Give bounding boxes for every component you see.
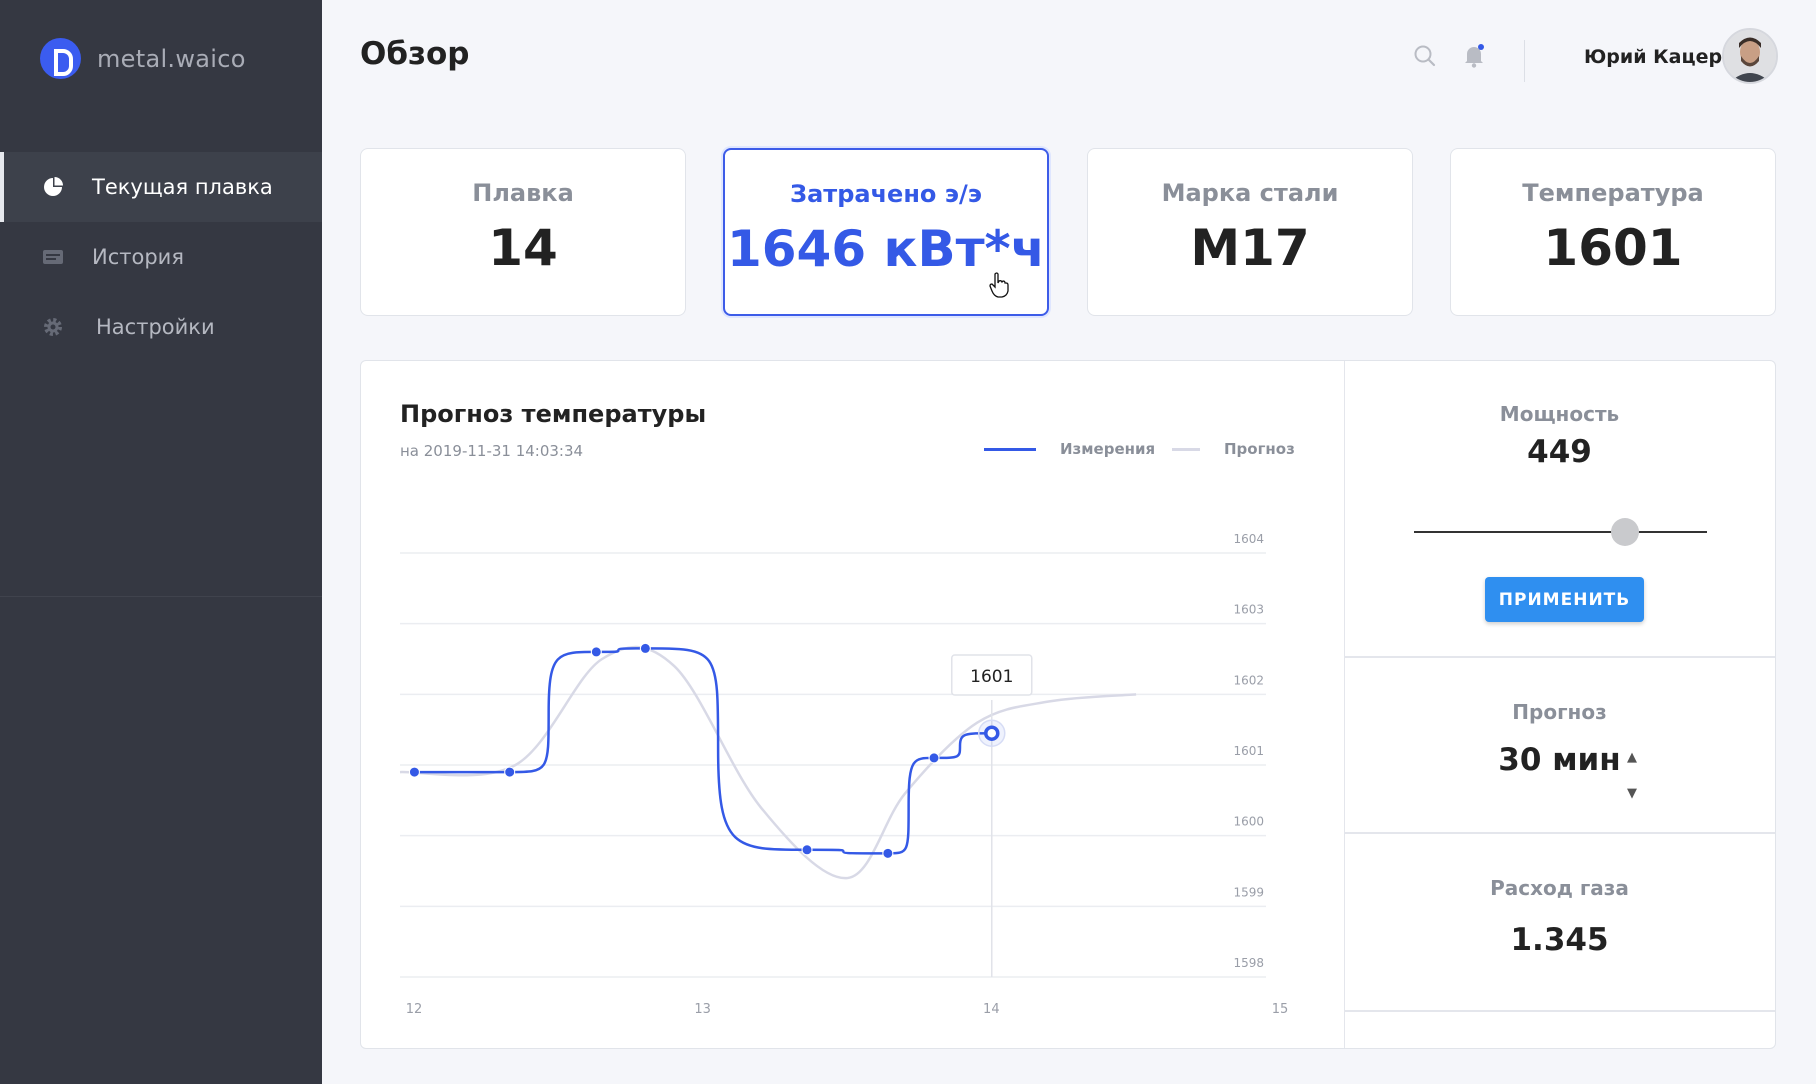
y-tick-label: 1602: [1233, 673, 1264, 687]
controls-divider: [1344, 656, 1775, 658]
forecast-label: Прогноз: [1512, 700, 1607, 724]
y-tick-label: 1598: [1233, 956, 1264, 970]
y-tick-label: 1600: [1233, 815, 1264, 829]
tooltip-value: 1601: [970, 667, 1013, 687]
gas-value: 1.345: [1510, 922, 1609, 958]
power-slider-track[interactable]: [1414, 531, 1707, 533]
x-tick-label: 14: [983, 1002, 1000, 1017]
controls-divider: [1344, 832, 1775, 834]
data-point-measurements: [801, 844, 813, 856]
y-tick-label: 1601: [1233, 744, 1264, 758]
arrow-down-icon[interactable]: ▼: [1624, 776, 1640, 812]
gas-label: Расход газа: [1490, 876, 1629, 900]
y-tick-label: 1599: [1233, 885, 1264, 899]
data-point-measurements: [984, 725, 1000, 741]
y-tick-label: 1603: [1233, 603, 1264, 617]
data-point-measurements: [408, 766, 420, 778]
data-point-measurements: [504, 766, 516, 778]
power-value: 449: [1527, 434, 1592, 470]
y-tick-label: 1604: [1233, 532, 1264, 546]
forecast-stepper[interactable]: ▲ ▼: [1624, 740, 1640, 812]
data-point-measurements: [882, 847, 894, 859]
data-point-measurements: [928, 752, 940, 764]
data-point-measurements: [590, 646, 602, 658]
forecast-value: 30 мин: [1498, 742, 1621, 778]
controls-divider: [1344, 1010, 1775, 1012]
power-label: Мощность: [1499, 402, 1620, 426]
x-tick-label: 12: [406, 1002, 423, 1017]
apply-button[interactable]: ПРИМЕНИТЬ: [1485, 577, 1644, 622]
x-tick-label: 13: [694, 1002, 711, 1017]
arrow-up-icon[interactable]: ▲: [1624, 740, 1640, 776]
series-line-measurements: [414, 647, 992, 855]
power-slider-thumb[interactable]: [1610, 518, 1639, 546]
x-tick-label: 15: [1272, 1002, 1289, 1017]
data-point-measurements: [639, 642, 651, 654]
